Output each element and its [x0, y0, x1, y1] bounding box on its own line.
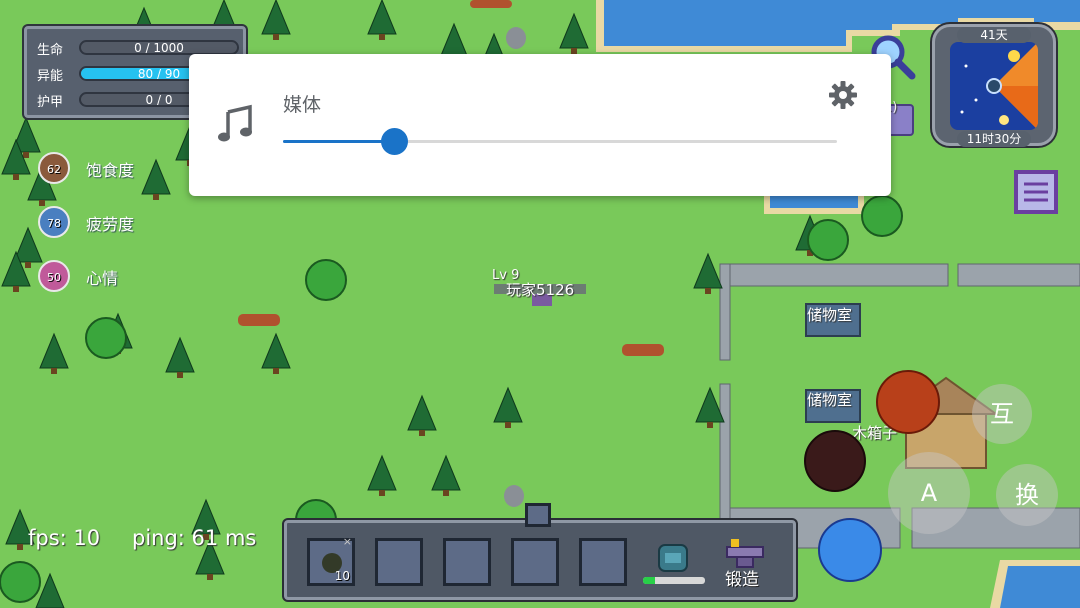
music-note-icon — [218, 104, 252, 142]
day-counter: 41天 — [957, 27, 1031, 43]
backpack-durability-bar — [643, 577, 705, 584]
dark-skill-button[interactable] — [804, 430, 866, 492]
mood-indicator: 50 心情 — [38, 260, 198, 294]
craft-label: 锻造 — [725, 570, 759, 590]
tree-trunk — [17, 544, 23, 550]
tree-trunk — [273, 368, 279, 374]
fatigue-value: 78 — [47, 217, 61, 230]
media-volume-slider[interactable] — [283, 128, 837, 155]
item-hotbar: × 10 锻造 — [284, 503, 796, 600]
fire-skill-button[interactable] — [876, 370, 940, 434]
hotbar-slot-2[interactable] — [375, 538, 423, 586]
media-volume-dialog: 媒体 — [189, 54, 891, 196]
mood-value: 50 — [47, 271, 61, 284]
tree-trunk — [23, 152, 29, 158]
hotbar-toggle-button[interactable] — [525, 503, 551, 527]
leafy-tree — [807, 219, 849, 261]
leafy-tree — [85, 317, 127, 359]
player-name: 玩家5126 — [506, 281, 575, 299]
slot-1-count: 10 — [334, 569, 350, 583]
leafy-tree — [861, 195, 903, 237]
dash-skill-button[interactable] — [818, 518, 882, 582]
armor-label: 护甲 — [37, 95, 64, 110]
tree-trunk — [379, 34, 385, 40]
media-volume-thumb[interactable] — [380, 128, 408, 155]
storage-label-2: 储物室 — [807, 391, 853, 409]
ping-readout: ping: 61 ms — [132, 526, 257, 550]
sun-icon — [1008, 50, 1020, 62]
fatigue-indicator: 78 疲劳度 — [38, 206, 198, 240]
moon-icon — [999, 115, 1009, 125]
fatigue-label: 疲劳度 — [86, 215, 135, 234]
tree-trunk — [153, 194, 159, 200]
backpack-icon[interactable] — [655, 539, 691, 573]
health-label: 生命 — [37, 43, 64, 58]
storage-label-1: 储物室 — [807, 306, 853, 324]
leafy-tree — [305, 259, 347, 301]
interact-button[interactable]: 互 — [972, 384, 1032, 444]
day-night-dial — [950, 42, 1038, 130]
slot-remove-icon[interactable]: × — [343, 535, 352, 548]
attack-button[interactable]: A — [888, 452, 970, 534]
tree-trunk — [177, 372, 183, 378]
tree-trunk — [273, 34, 279, 40]
tree-trunk — [25, 262, 31, 268]
fps-readout: fps: 10 — [28, 526, 101, 550]
mood-label: 心情 — [86, 269, 119, 288]
time-readout: 11时30分 — [957, 131, 1031, 147]
hotbar-slot-3[interactable] — [443, 538, 491, 586]
hotbar-slot-5[interactable] — [579, 538, 627, 586]
hunger-label: 饱食度 — [86, 161, 135, 180]
media-volume-fill — [283, 140, 394, 143]
energy-label: 异能 — [37, 69, 64, 84]
tree-trunk — [13, 174, 19, 180]
hotbar-slot-1[interactable]: × 10 — [307, 535, 355, 586]
quest-scroll-icon[interactable] — [1010, 166, 1062, 218]
hunger-indicator: 62 饱食度 — [38, 152, 198, 186]
tree-trunk — [13, 286, 19, 292]
tree-trunk — [207, 574, 213, 580]
switch-weapon-button[interactable]: 换 — [996, 464, 1058, 526]
tree-trunk — [419, 430, 425, 436]
hotbar-slot-4[interactable] — [511, 538, 559, 586]
day-night-clock: 41天 11时30分 — [932, 24, 1056, 147]
gear-icon[interactable] — [828, 80, 858, 110]
leafy-tree — [0, 561, 41, 603]
tree-trunk — [705, 288, 711, 294]
health-bar: 0 / 1000 — [79, 40, 239, 55]
hunger-value: 62 — [47, 163, 61, 176]
media-title: 媒体 — [283, 94, 322, 116]
backpack-durability-fill — [643, 577, 656, 584]
tree-trunk — [379, 490, 385, 496]
tree-trunk — [707, 422, 713, 428]
tree-trunk — [443, 490, 449, 496]
tree-trunk — [505, 422, 511, 428]
tree-trunk — [51, 368, 57, 374]
health-value: 0 / 1000 — [134, 41, 184, 55]
